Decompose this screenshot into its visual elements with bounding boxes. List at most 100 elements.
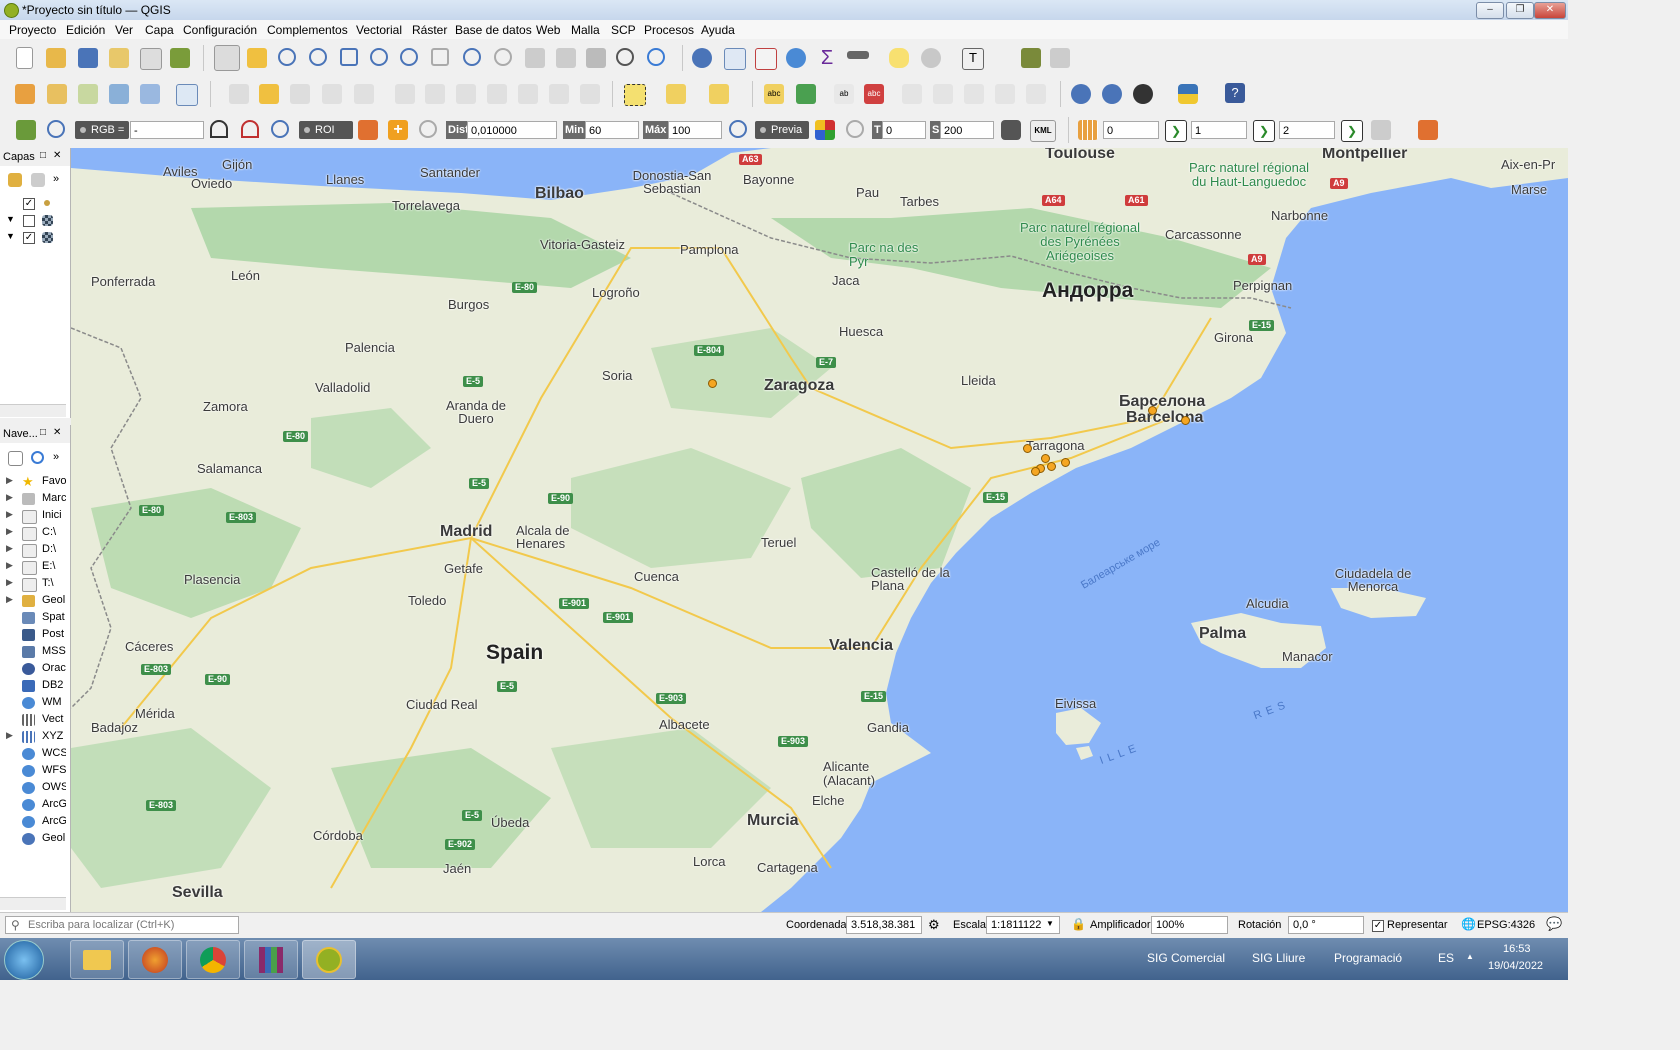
identify-features-icon[interactable]: [692, 48, 712, 68]
zoom-input-image-icon[interactable]: [47, 120, 65, 138]
rgb-combobox[interactable]: -: [130, 121, 204, 139]
add-layer-icon[interactable]: [176, 84, 198, 106]
sum-statistics-icon[interactable]: Σ: [817, 48, 837, 68]
taskbar-group[interactable]: SIG Comercial: [1147, 951, 1225, 965]
attribute-table-icon[interactable]: [724, 48, 746, 70]
language-indicator[interactable]: ES: [1438, 951, 1454, 965]
close-panel-icon[interactable]: ✕: [53, 150, 61, 161]
plugin-tool-2-icon[interactable]: [1050, 48, 1070, 68]
float-panel-icon[interactable]: □: [40, 150, 46, 161]
firefox-taskbar-icon[interactable]: [128, 940, 182, 979]
delete-selected-icon[interactable]: [425, 84, 445, 104]
zoom-out-icon[interactable]: [309, 48, 327, 66]
annotation-icon[interactable]: [921, 48, 941, 68]
add-group-icon[interactable]: [31, 173, 45, 187]
close-panel-icon[interactable]: ✕: [53, 427, 61, 438]
scp-settings-icon[interactable]: [1371, 120, 1391, 140]
globe-icon[interactable]: 🌐: [1461, 917, 1476, 931]
select-by-value-icon[interactable]: [666, 84, 686, 104]
float-panel-icon[interactable]: □: [40, 427, 46, 438]
menu-malla[interactable]: Malla: [571, 23, 600, 37]
vertex-tool-icon[interactable]: [354, 84, 374, 104]
browser-item[interactable]: ▶ XYZ: [0, 729, 66, 745]
browser-item[interactable]: ArcG: [0, 797, 66, 813]
band-set-2-next-icon[interactable]: ❯: [1253, 120, 1275, 142]
render-checkbox[interactable]: ✓: [1372, 920, 1384, 932]
zoom-last-icon[interactable]: [463, 48, 481, 66]
new-spatialite-icon[interactable]: [109, 84, 129, 104]
rotate-label-icon[interactable]: [964, 84, 984, 104]
menu-edicion[interactable]: Edición: [66, 23, 105, 37]
menu-web[interactable]: Web: [536, 23, 560, 37]
browser-item[interactable]: MSS: [0, 644, 66, 660]
rotation-spinbox[interactable]: 0,0 °: [1288, 916, 1364, 934]
new-print-layout-icon[interactable]: [109, 48, 129, 68]
text-annotation-icon[interactable]: T: [962, 48, 984, 70]
redo-roi-icon[interactable]: [419, 120, 437, 138]
winrar-taskbar-icon[interactable]: [244, 940, 298, 979]
browser-item[interactable]: ▶ T:\: [0, 576, 66, 592]
band-set-2-spinbox[interactable]: 1: [1191, 121, 1247, 139]
browser-item[interactable]: WM: [0, 695, 66, 711]
new-virtual-layer-icon[interactable]: [140, 84, 160, 104]
menu-scp[interactable]: SCP: [611, 23, 636, 37]
browser-item[interactable]: WCS: [0, 746, 66, 762]
zoom-in-icon[interactable]: [278, 48, 296, 66]
chevron-down-icon[interactable]: ▼: [1046, 919, 1054, 928]
size-spinbox[interactable]: 200: [940, 121, 994, 139]
point-feature[interactable]: [708, 379, 717, 388]
taskbar-group[interactable]: Programació: [1334, 951, 1402, 965]
layer-1-checkbox[interactable]: ✓: [23, 198, 35, 210]
band-set-3-next-icon[interactable]: ❯: [1341, 120, 1363, 142]
band-set-1-next-icon[interactable]: ❯: [1165, 120, 1187, 142]
browser-item[interactable]: OWS: [0, 780, 66, 796]
new-shapefile-icon[interactable]: [78, 84, 98, 104]
add-wfs-icon[interactable]: [1102, 84, 1122, 104]
copy-features-icon[interactable]: [487, 84, 507, 104]
kml-export-icon[interactable]: KML: [1030, 120, 1056, 142]
max-spinbox[interactable]: 100: [668, 121, 722, 139]
create-roi-icon[interactable]: [358, 120, 378, 140]
paste-features-icon[interactable]: [518, 84, 538, 104]
point-feature[interactable]: [1047, 462, 1056, 471]
browser-item[interactable]: ArcG: [0, 814, 66, 830]
menu-procesos[interactable]: Procesos: [644, 23, 694, 37]
point-feature[interactable]: [1031, 467, 1040, 476]
toggle-editing-icon[interactable]: [259, 84, 279, 104]
current-edits-icon[interactable]: [229, 84, 249, 104]
style-manager-icon[interactable]: [170, 48, 190, 68]
python-console-icon[interactable]: [1178, 84, 1198, 104]
classification-preview-icon[interactable]: [815, 120, 835, 140]
horizontal-scrollbar[interactable]: [0, 897, 66, 910]
scp-dock-icon[interactable]: [16, 120, 36, 140]
modify-attributes-icon[interactable]: [395, 84, 415, 104]
save-project-icon[interactable]: [78, 48, 98, 68]
deselect-icon[interactable]: [709, 84, 729, 104]
browser-item[interactable]: ▶ D:\: [0, 542, 66, 558]
browser-item[interactable]: ▶ ★ Favo: [0, 474, 66, 490]
browser-item[interactable]: ▶ E:\: [0, 559, 66, 575]
redo-icon[interactable]: [580, 84, 600, 104]
more-tools-icon[interactable]: »: [53, 173, 59, 185]
menu-raster[interactable]: Ráster: [412, 23, 447, 37]
move-label-icon[interactable]: [933, 84, 953, 104]
metasearch-icon[interactable]: [1133, 84, 1153, 104]
new-bookmark-icon[interactable]: [556, 48, 576, 68]
zoom-full-icon[interactable]: [340, 48, 358, 66]
std-dev-stretch-icon[interactable]: [241, 120, 259, 138]
highlight-labels-icon[interactable]: abc: [864, 84, 884, 104]
maximize-button[interactable]: ❐: [1506, 2, 1534, 19]
label-tool-icon[interactable]: abc: [764, 84, 784, 104]
menu-ayuda[interactable]: Ayuda: [701, 23, 735, 37]
change-label-icon[interactable]: [995, 84, 1015, 104]
browser-item[interactable]: ▶ Marc: [0, 491, 66, 507]
locator-search-input[interactable]: Escriba para localizar (Ctrl+K): [5, 916, 239, 934]
messages-icon[interactable]: 💬: [1546, 916, 1562, 932]
minimize-button[interactable]: –: [1476, 2, 1504, 19]
browser-item[interactable]: Geol: [0, 831, 66, 847]
point-feature[interactable]: [1181, 416, 1190, 425]
browser-item[interactable]: Spat: [0, 610, 66, 626]
undo-icon[interactable]: [549, 84, 569, 104]
point-feature[interactable]: [1061, 458, 1070, 467]
zoom-next-icon[interactable]: [494, 48, 512, 66]
